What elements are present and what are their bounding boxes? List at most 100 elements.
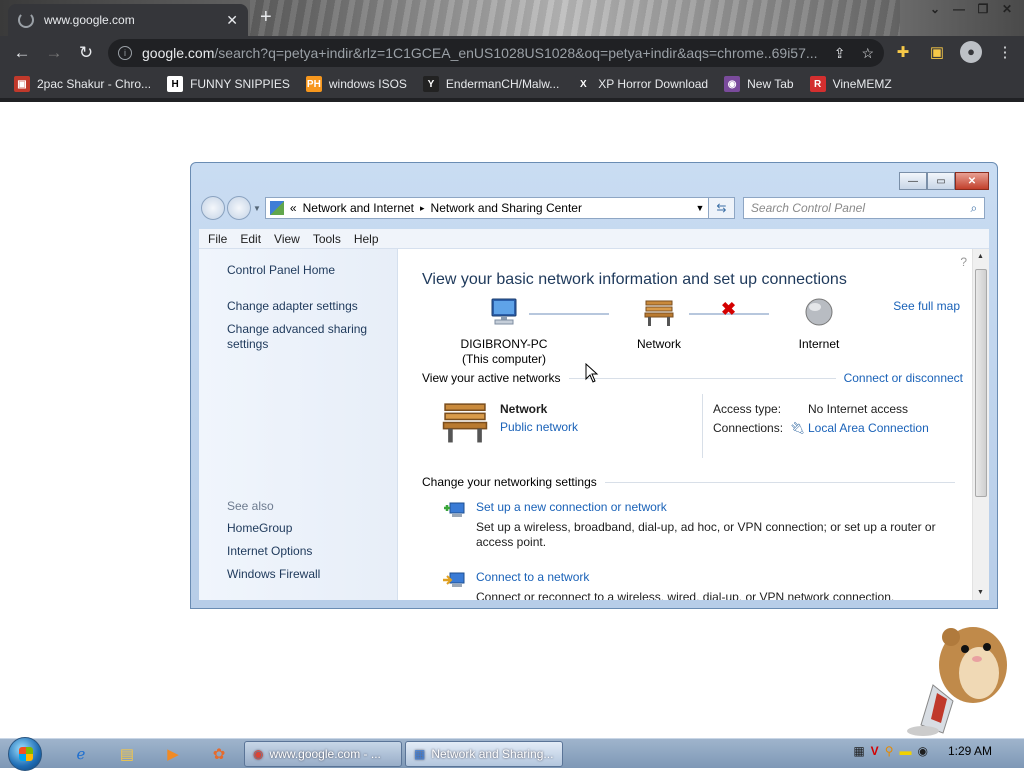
paint-icon[interactable]: ✿ — [204, 743, 234, 765]
access-type-value: No Internet access — [808, 402, 909, 416]
internet-node[interactable]: Internet — [779, 297, 859, 352]
setup-connection-link[interactable]: Set up a new connection or network — [476, 500, 667, 514]
extensions-puzzle-icon[interactable]: ✚ — [892, 43, 914, 61]
change-settings-section: Change your networking settings — [422, 475, 963, 489]
menu-view[interactable]: View — [274, 232, 300, 246]
computer-sub: (This computer) — [461, 352, 547, 366]
menu-help[interactable]: Help — [354, 232, 379, 246]
network-node[interactable]: Network — [619, 297, 699, 352]
address-bar[interactable]: i google.com/search?q=petya+indir&rlz=1C… — [108, 39, 884, 67]
folder-icon[interactable]: ▤ — [112, 743, 142, 765]
forward-button-icon[interactable] — [227, 196, 251, 220]
local-area-connection-link[interactable]: Local Area Connection — [808, 421, 929, 435]
side-panel-icon[interactable]: ▣ — [926, 43, 948, 61]
menu-bar: File Edit View Tools Help — [199, 229, 989, 249]
browser-toolbar: ← → ↻ i google.com/search?q=petya+indir&… — [0, 36, 1024, 70]
chevron-down-icon[interactable]: ⌄ — [924, 0, 946, 18]
menu-file[interactable]: File — [208, 232, 227, 246]
vertical-scrollbar[interactable]: ▲ ▼ — [972, 249, 989, 600]
back-button-icon[interactable] — [201, 196, 225, 220]
homegroup-link[interactable]: HomeGroup — [227, 521, 377, 536]
windows-taskbar: ℯ ▤ ▶ ✿ ◉ www.google.com - ... ▦ Network… — [0, 737, 1024, 771]
scroll-thumb[interactable] — [975, 269, 987, 497]
breadcrumb-network-internet[interactable]: Network and Internet — [303, 201, 414, 215]
computer-node[interactable]: DIGIBRONY-PC (This computer) — [449, 297, 559, 367]
connect-network-link[interactable]: Connect to a network — [476, 570, 589, 584]
search-placeholder: Search Control Panel — [750, 201, 865, 215]
bookmark-item[interactable]: ▣ 2pac Shakur - Chro... — [14, 76, 151, 92]
setup-connection-desc: Set up a wireless, broadband, dial-up, a… — [476, 520, 936, 549]
control-panel-home-link[interactable]: Control Panel Home — [227, 263, 377, 278]
change-adapter-settings-link[interactable]: Change adapter settings — [227, 299, 377, 314]
search-control-panel-input[interactable]: Search Control Panel ⌕ — [742, 197, 985, 219]
notes-tray-icon[interactable]: ▬ — [899, 744, 911, 758]
scroll-down-icon[interactable]: ▼ — [977, 589, 984, 596]
internet-options-link[interactable]: Internet Options — [227, 544, 377, 559]
bookmark-item[interactable]: H FUNNY SNIPPIES — [167, 76, 290, 92]
network-location-link[interactable]: Public network — [500, 420, 578, 434]
minimize-icon[interactable]: — — [899, 172, 927, 190]
bookmark-favicon-icon: PH — [305, 76, 322, 92]
active-networks-heading: View your active networks — [422, 371, 561, 385]
breadcrumb-overflow[interactable]: « — [290, 201, 297, 215]
address-dropdown-icon[interactable]: ▼ — [692, 203, 708, 213]
connections-label: Connections: — [713, 421, 784, 435]
bookmark-item[interactable]: PH windows ISOS — [305, 76, 407, 92]
help-icon[interactable]: ? — [960, 255, 967, 269]
magnifier-tray-icon[interactable]: ⚲ — [885, 744, 894, 758]
menu-tools[interactable]: Tools — [313, 232, 341, 246]
see-full-map-link[interactable]: See full map — [893, 299, 960, 313]
back-arrow-icon[interactable]: ← — [6, 43, 38, 63]
tab-strip: www.google.com ✕ + ⌄ — ❐ ✕ — [0, 0, 1024, 36]
maximize-icon[interactable]: ▭ — [927, 172, 955, 190]
menu-edit[interactable]: Edit — [240, 232, 261, 246]
toolbar-divider — [0, 98, 1024, 102]
info-icon[interactable]: i — [118, 46, 132, 60]
bookmark-favicon-icon: H — [167, 76, 184, 92]
search-icon[interactable]: ⌕ — [964, 201, 984, 216]
bookmark-favicon-icon: R — [809, 76, 826, 92]
connect-or-disconnect-link[interactable]: Connect or disconnect — [844, 371, 963, 385]
breadcrumb-separator[interactable]: ▸ — [420, 203, 425, 214]
active-networks-section: View your active networks Connect or dis… — [422, 371, 963, 385]
recent-pages-dropdown-icon[interactable]: ▼ — [253, 204, 261, 213]
bookmark-label: EndermanCH/Malw... — [445, 77, 560, 91]
close-icon[interactable]: ✕ — [955, 172, 989, 190]
bookmark-label: New Tab — [747, 77, 794, 91]
refresh-icon[interactable]: ⇆ — [708, 197, 735, 219]
scroll-up-icon[interactable]: ▲ — [977, 253, 984, 260]
taskbar-explorer-button[interactable]: ▦ Network and Sharing... — [405, 741, 563, 767]
bookmark-item[interactable]: Y EndermanCH/Malw... — [422, 76, 560, 92]
breadcrumb-sharing-center[interactable]: Network and Sharing Center — [431, 201, 582, 215]
change-advanced-sharing-link[interactable]: Change advanced sharing settings — [227, 322, 377, 352]
taskbar-chrome-button[interactable]: ◉ www.google.com - ... — [244, 741, 402, 767]
close-window-icon[interactable]: ✕ — [996, 0, 1018, 18]
start-button[interactable] — [8, 737, 42, 771]
explorer-button-label: Network and Sharing... — [431, 747, 554, 761]
antivirus-v-icon[interactable]: V — [871, 744, 879, 758]
section-rule — [604, 481, 955, 483]
tab-close-icon[interactable]: ✕ — [226, 12, 238, 29]
restore-icon[interactable]: ❐ — [972, 0, 994, 18]
bookmark-item[interactable]: R VineMEMZ — [809, 76, 892, 92]
bookmark-item[interactable]: X XP Horror Download — [575, 76, 708, 92]
bookmark-item[interactable]: ◉ New Tab — [724, 76, 794, 92]
forward-arrow-icon[interactable]: → — [38, 43, 70, 63]
share-icon[interactable]: ⇪ — [834, 45, 846, 62]
kebab-menu-icon[interactable]: ⋮ — [994, 43, 1016, 61]
star-bookmark-icon[interactable]: ☆ — [861, 45, 874, 62]
loading-spinner-icon — [18, 12, 34, 28]
breadcrumb[interactable]: « Network and Internet ▸ Network and Sha… — [264, 197, 709, 219]
minimize-icon[interactable]: — — [948, 0, 970, 18]
network-tray-icon[interactable]: ▦ — [853, 744, 864, 758]
internet-explorer-icon[interactable]: ℯ — [66, 743, 96, 765]
media-player-icon[interactable]: ▶ — [158, 743, 188, 765]
clock[interactable]: 1:29 AM — [948, 744, 992, 758]
new-tab-button[interactable]: + — [260, 6, 272, 29]
windows-firewall-link[interactable]: Windows Firewall — [227, 567, 377, 582]
profile-avatar-icon[interactable]: ● — [960, 41, 982, 63]
tab-google[interactable]: www.google.com ✕ — [8, 4, 248, 36]
url-path: /search?q=petya+indir&rlz=1C1GCEA_enUS10… — [214, 45, 818, 61]
reload-icon[interactable]: ↻ — [70, 43, 102, 63]
volume-tray-icon[interactable]: ◉ — [917, 744, 927, 758]
